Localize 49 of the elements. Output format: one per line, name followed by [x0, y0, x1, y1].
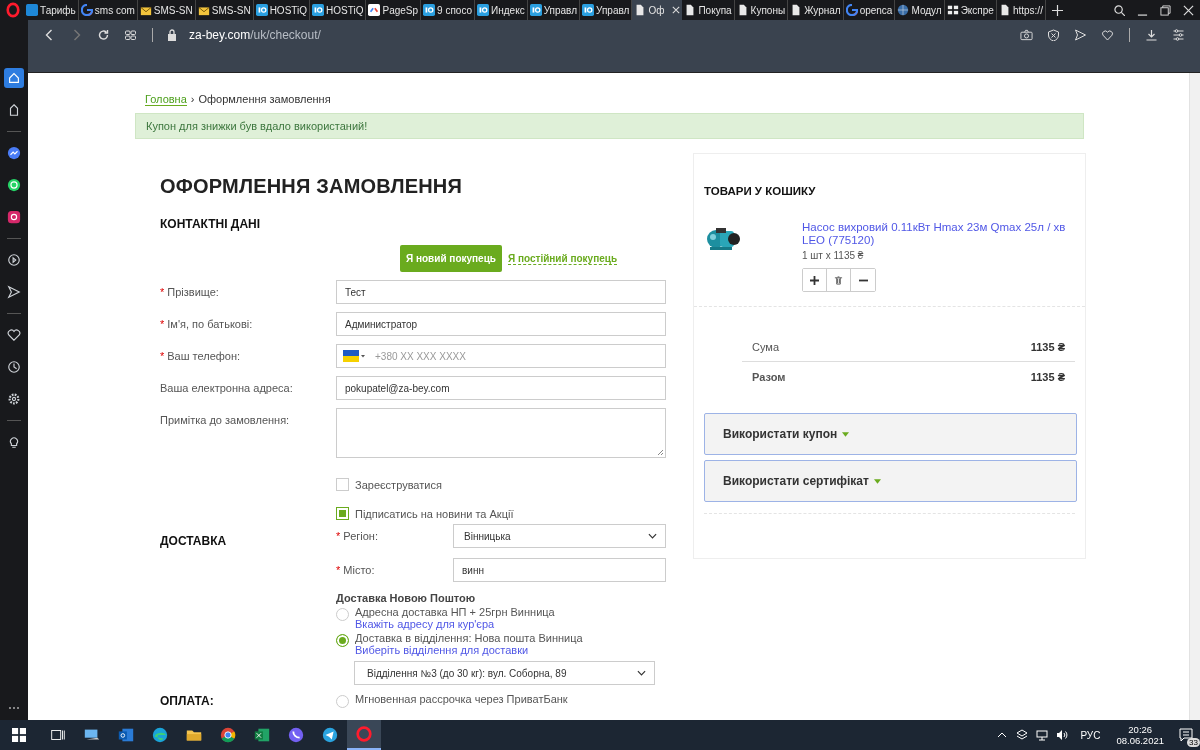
accordion-header[interactable]: Використати сертифікат: [704, 460, 1077, 502]
required-mark: *: [336, 564, 341, 576]
total-label: Сума: [752, 341, 779, 353]
text-field[interactable]: винн: [453, 558, 666, 582]
option-link[interactable]: Виберіть відділення для доставки: [355, 644, 529, 656]
required-mark: *: [160, 350, 165, 362]
checkbox-label: Зареєструватися: [355, 478, 442, 491]
breadcrumb-current: Оформлення замовлення: [198, 93, 331, 105]
section-heading: ДОСТАВКА: [160, 533, 228, 550]
total-value: 1135 ₴: [1030, 341, 1065, 353]
option-link[interactable]: Вкажіть адресу для кур'єра: [355, 618, 495, 630]
breadcrumb-link[interactable]: Головна: [145, 92, 187, 106]
address-bar[interactable]: za-bey.com/uk/checkout/: [189, 28, 321, 42]
section-heading: КОНТАКТНІ ДАНІ: [160, 217, 262, 231]
region-select[interactable]: Вінницька: [453, 524, 666, 548]
payment-option-label: Мгновенная рассрочка через ПриватБанк: [355, 693, 568, 707]
required-mark: *: [160, 286, 165, 298]
field-label: Регіон:: [343, 530, 378, 542]
text-field[interactable]: Тест: [336, 280, 666, 304]
branch-select[interactable]: Відділення №3 (до 30 кг): вул. Соборна, 89: [354, 661, 655, 685]
success-alert: Купон для знижки був вдало використаний!: [135, 113, 1084, 139]
field-label: Ім'я, по батькові:: [167, 318, 253, 330]
clock[interactable]: 20:26 08.06.2021: [1116, 724, 1164, 746]
language-indicator[interactable]: РУС: [1080, 729, 1101, 741]
accordion-header[interactable]: Використати купон: [704, 413, 1077, 455]
delivery-option-label: Адресна доставкa НП + 25грн Винница: [355, 606, 555, 618]
required-mark: *: [336, 530, 341, 542]
field-label: Прізвище:: [167, 286, 219, 298]
text-field[interactable]: pokupatel@za-bey.com: [336, 376, 666, 400]
delivery-option-label: Доставка в відділення: Нова пошта Винница: [355, 632, 583, 644]
breadcrumb-separator: ›: [190, 93, 195, 105]
field-label: Примітка до замовлення:: [160, 414, 290, 426]
cart-heading: ТОВАРИ У КОШИКУ: [704, 185, 817, 197]
product-link[interactable]: Насос вихровий 0.11кВт Hmax 23м Qmax 25л / хв LEO (775120): [802, 221, 1075, 247]
text-field[interactable]: Администратор: [336, 312, 666, 336]
field-label: Місто:: [343, 564, 375, 576]
total-label: Разом: [752, 371, 786, 383]
notifications-button[interactable]: 33: [1172, 720, 1200, 750]
total-value: 1135 ₴: [1030, 371, 1065, 383]
browser-tab[interactable]: Оф: [632, 0, 683, 20]
quantity-price: 1 шт x 1135 ₴: [802, 250, 865, 261]
field-label: Ваша електронна адреса:: [160, 382, 293, 394]
delivery-method-title: Доставка Новою Поштою: [336, 592, 477, 604]
page-title: ОФОРМЛЕННЯ ЗАМОВЛЕННЯ: [160, 175, 464, 198]
notification-count: 33: [1187, 738, 1200, 747]
field-label: Ваш телефон:: [167, 350, 241, 362]
required-mark: *: [160, 318, 165, 330]
checkbox-label: Підписатись на новини та Акції: [355, 507, 514, 520]
section-heading: ОПЛАТА:: [160, 693, 215, 708]
